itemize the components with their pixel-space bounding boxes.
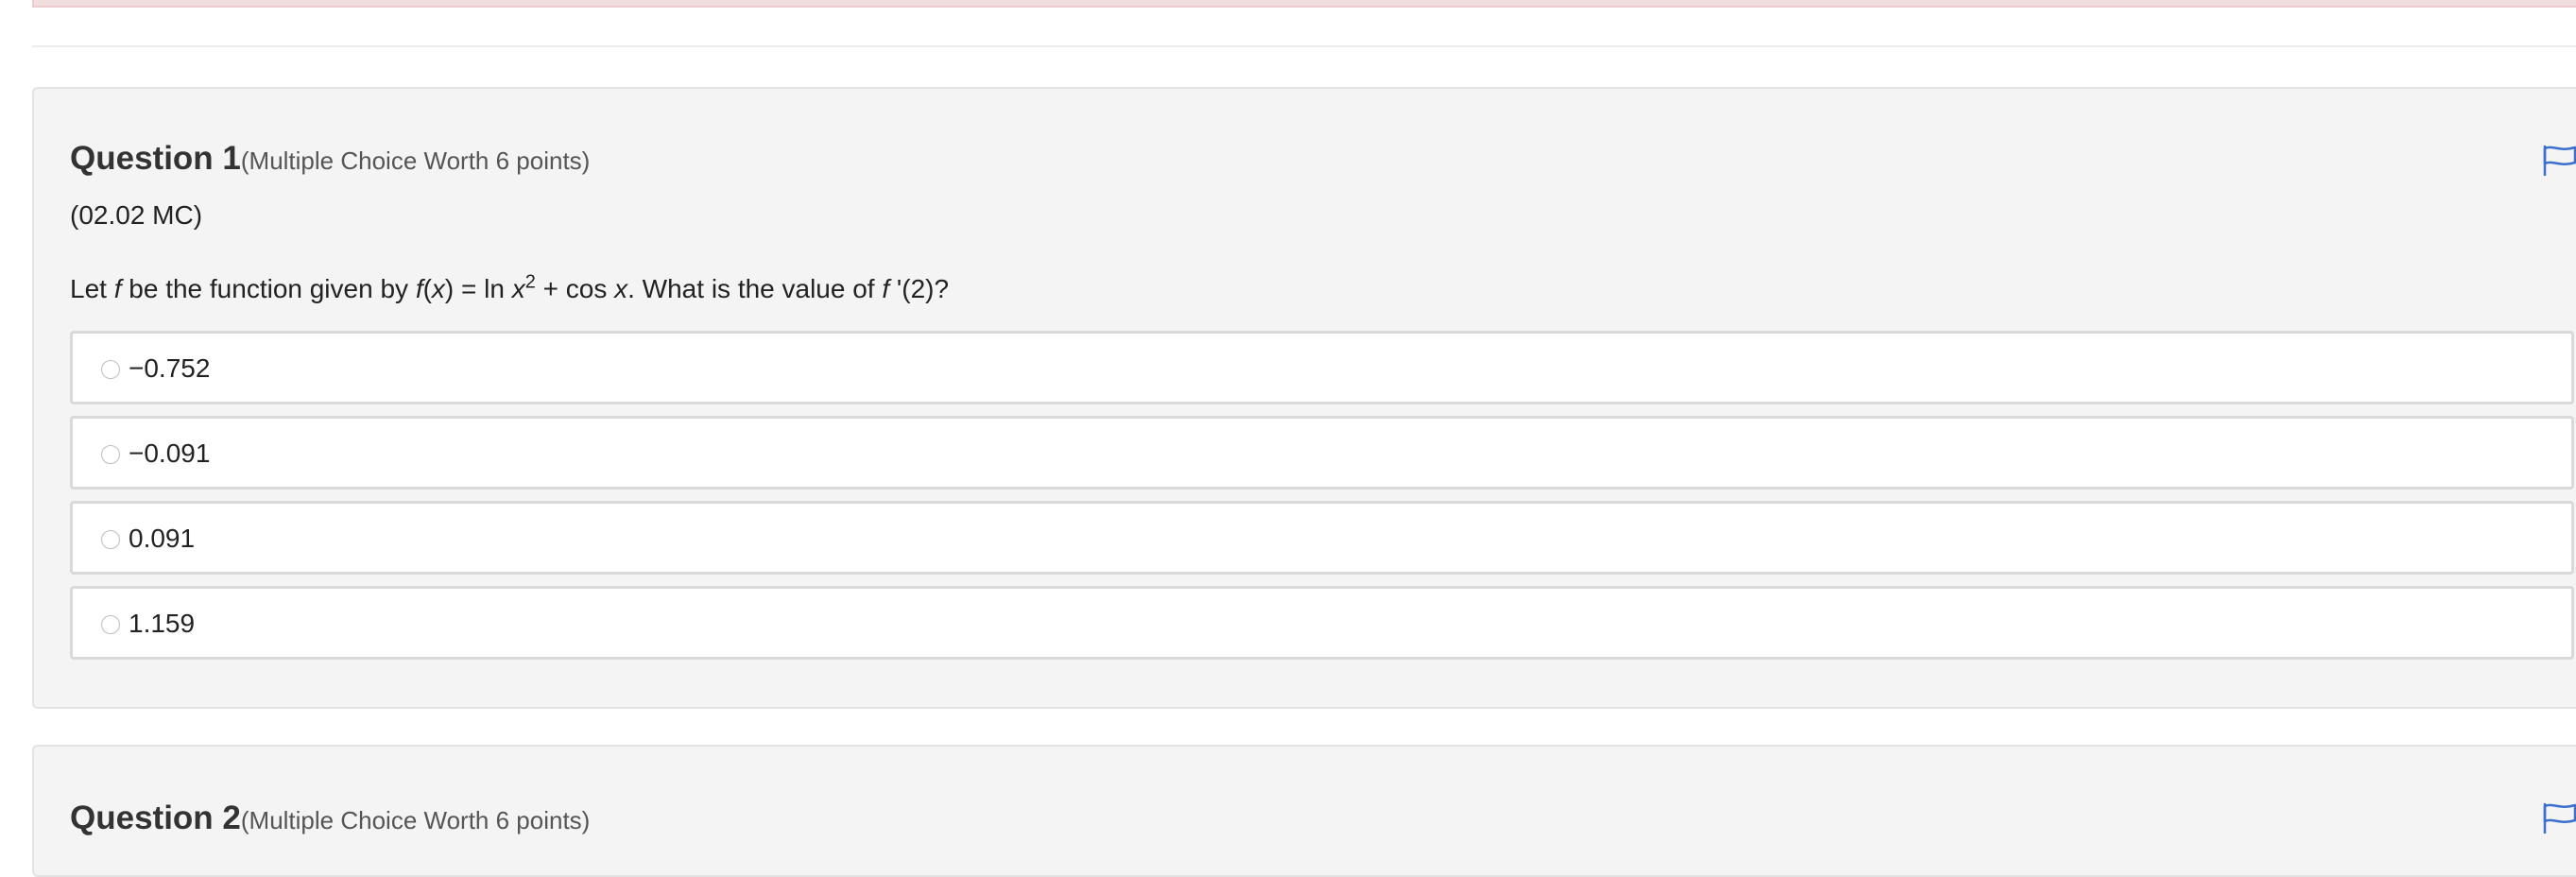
choice-label: 1.159 [129,609,196,638]
choice-label: −0.752 [129,353,211,383]
flag-icon[interactable] [2541,801,2576,835]
question-worth: (Multiple Choice Worth 6 points) [240,146,591,175]
question-header: Question 2(Multiple Choice Worth 6 point… [70,800,590,837]
answer-choice[interactable]: −0.091 [70,416,2574,490]
question-title: Question 1 [70,140,241,177]
choice-label: 0.091 [129,524,196,553]
radio-button[interactable] [101,615,120,634]
question-code: (02.02 MC) [70,200,203,230]
radio-button[interactable] [101,530,120,549]
question-card: Question 2(Multiple Choice Worth 6 point… [32,745,2576,877]
radio-button[interactable] [101,360,120,379]
question-card: Question 1(Multiple Choice Worth 6 point… [32,87,2576,709]
flag-icon[interactable] [2541,144,2576,178]
question-title: Question 2 [70,800,241,836]
answer-choice[interactable]: 1.159 [70,586,2574,660]
question-worth: (Multiple Choice Worth 6 points) [240,806,591,834]
section-divider [32,45,2576,47]
answer-choice[interactable]: 0.091 [70,501,2574,575]
radio-button[interactable] [101,445,120,464]
choice-label: −0.091 [129,438,211,468]
question-prompt: Let f be the function given by f(x) = ln… [70,271,950,303]
alert-banner [32,0,2576,8]
answer-choice[interactable]: −0.752 [70,331,2574,404]
question-header: Question 1(Multiple Choice Worth 6 point… [70,140,590,178]
